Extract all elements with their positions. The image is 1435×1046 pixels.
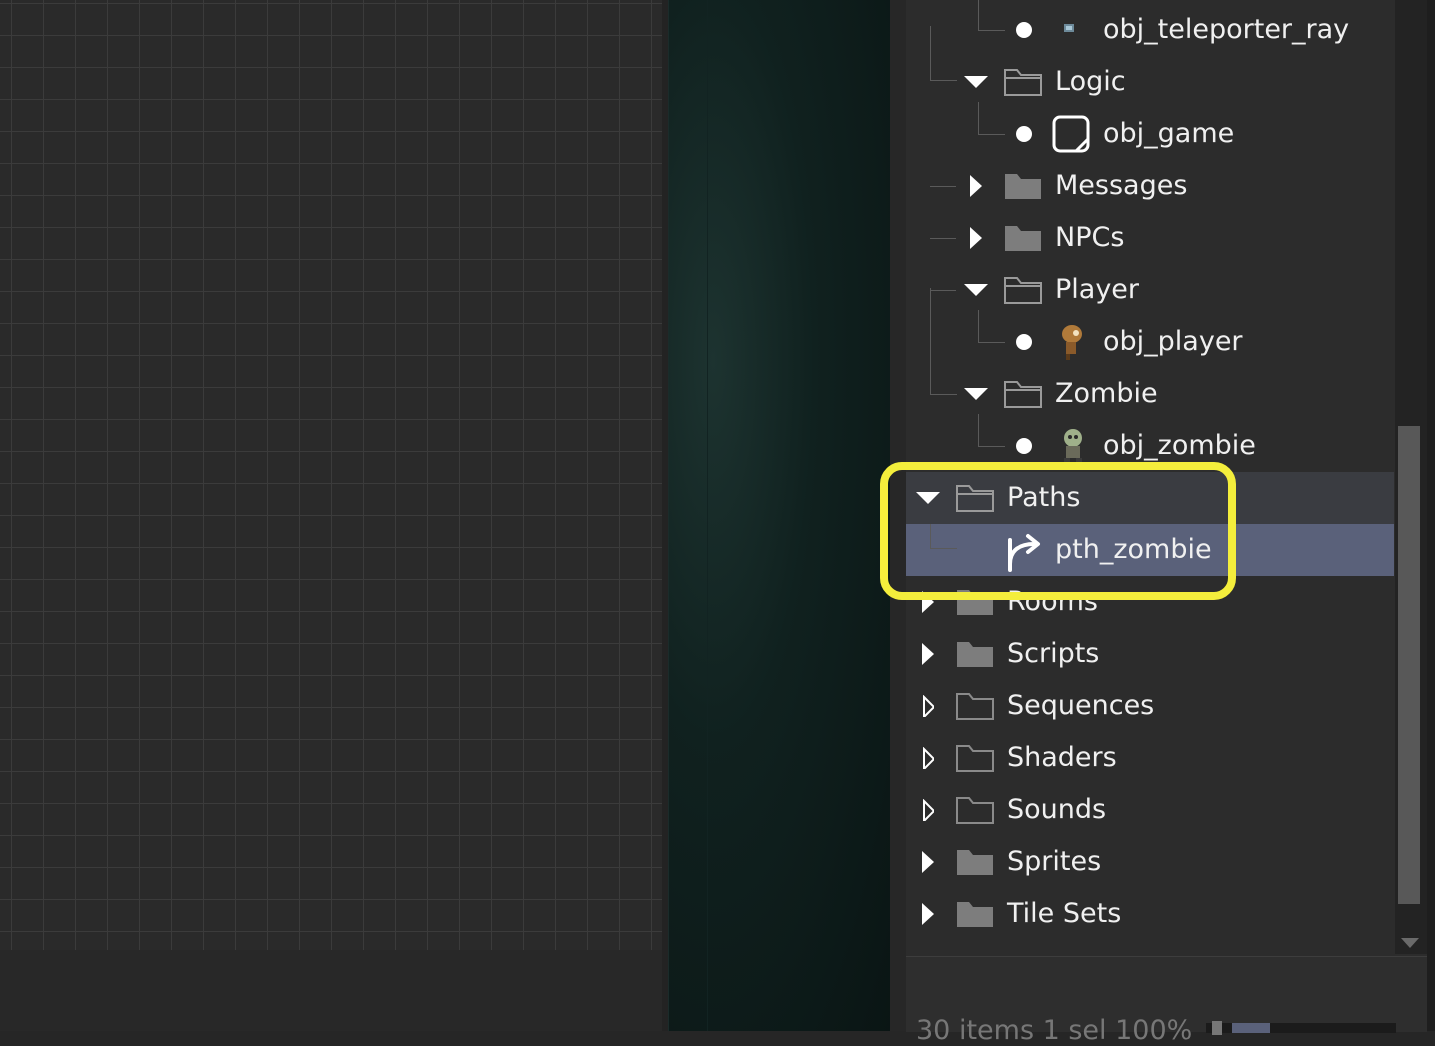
tree-folder-tile-sets[interactable]: Tile Sets <box>906 888 1394 940</box>
folder-open-icon <box>1004 381 1042 408</box>
scrollbar-thumb[interactable] <box>1398 426 1420 904</box>
tree-connector <box>978 102 1005 135</box>
workspace-background <box>668 0 891 1031</box>
teleporter-sprite-icon <box>1064 24 1074 32</box>
bullet-icon <box>1016 438 1032 454</box>
tree-item-obj-player[interactable]: obj_player <box>906 310 1394 368</box>
folder-icon <box>957 642 993 667</box>
tree-folder-sounds[interactable]: Sounds <box>906 784 1394 836</box>
folder-open-icon <box>1004 277 1042 304</box>
tree-connector <box>978 0 1005 31</box>
folder-label: Paths <box>1007 482 1081 513</box>
chevron-right-outline-icon[interactable] <box>922 799 934 821</box>
folder-label: Sprites <box>1007 846 1102 877</box>
scroll-down-icon[interactable] <box>1401 938 1419 948</box>
tree-item-pth-zombie[interactable]: pth_zombie <box>906 524 1394 576</box>
tree-folder-rooms[interactable]: Rooms <box>906 576 1394 628</box>
tree-connector <box>930 212 956 239</box>
zoom-slider[interactable] <box>1206 1021 1396 1035</box>
folder-label: Sounds <box>1007 794 1107 825</box>
chevron-down-icon[interactable] <box>916 492 940 504</box>
folder-label: Rooms <box>1007 586 1098 617</box>
tree-item-label: obj_zombie <box>1103 430 1256 461</box>
empty-sprite-icon <box>1052 115 1090 153</box>
asset-tree: obj_teleporter_ray Logic obj_game Messag… <box>906 0 1394 954</box>
folder-icon <box>957 590 993 615</box>
zoom-slider-knob[interactable] <box>1212 1021 1222 1035</box>
bullet-icon <box>1016 334 1032 350</box>
tree-connector <box>930 80 956 187</box>
tree-connector <box>978 310 1005 343</box>
chevron-right-outline-icon[interactable] <box>922 747 934 769</box>
folder-label: Tile Sets <box>1007 898 1122 929</box>
tree-folder-sequences[interactable]: Sequences <box>906 680 1394 732</box>
room-editor-panel <box>0 0 668 1031</box>
panel-edge <box>1427 0 1435 1031</box>
tree-folder-scripts[interactable]: Scripts <box>906 628 1394 680</box>
chevron-right-outline-icon[interactable] <box>922 695 934 717</box>
tree-item-obj-teleporter-ray[interactable]: obj_teleporter_ray <box>906 0 1394 56</box>
folder-icon <box>957 902 993 927</box>
folder-label: Messages <box>1055 170 1188 201</box>
player-sprite-icon <box>1062 325 1082 360</box>
tree-connector <box>930 288 957 395</box>
zombie-sprite-icon <box>1064 429 1082 464</box>
folder-label: Logic <box>1055 66 1126 97</box>
folder-empty-icon <box>956 693 994 720</box>
chevron-right-icon[interactable] <box>922 851 934 873</box>
chevron-down-icon[interactable] <box>964 388 988 400</box>
workspace-divider <box>707 0 708 1031</box>
chevron-right-icon[interactable] <box>970 175 982 197</box>
folder-empty-icon <box>956 797 994 824</box>
room-canvas-grid[interactable] <box>0 0 662 950</box>
folder-label: Scripts <box>1007 638 1100 669</box>
tree-connector <box>930 26 957 81</box>
folder-icon <box>1005 174 1041 199</box>
folder-open-icon <box>956 485 994 512</box>
folder-label: Zombie <box>1055 378 1158 409</box>
folder-label: Shaders <box>1007 742 1117 773</box>
tree-connector <box>930 264 956 291</box>
chevron-down-icon[interactable] <box>964 76 988 88</box>
tree-folder-npcs[interactable]: NPCs <box>906 212 1394 264</box>
tree-item-label: obj_game <box>1103 118 1235 149</box>
folder-label: NPCs <box>1055 222 1125 253</box>
folder-icon <box>1005 226 1041 251</box>
folder-icon <box>957 850 993 875</box>
folder-label: Sequences <box>1007 690 1155 721</box>
folder-label: Player <box>1055 274 1140 305</box>
tree-folder-messages[interactable]: Messages <box>906 160 1394 212</box>
chevron-right-icon[interactable] <box>970 227 982 249</box>
chevron-down-icon[interactable] <box>964 284 988 296</box>
tree-folder-player[interactable]: Player <box>906 264 1394 316</box>
tree-folder-logic[interactable]: Logic <box>906 26 1394 108</box>
tree-folder-paths[interactable]: Paths <box>906 472 1394 524</box>
asset-browser-footer: 30 items 1 sel 100% <box>906 956 1427 1046</box>
tree-item-obj-zombie[interactable]: obj_zombie <box>906 414 1394 472</box>
chevron-right-icon[interactable] <box>922 591 934 613</box>
folder-empty-icon <box>956 745 994 772</box>
path-icon <box>1008 534 1040 572</box>
tree-item-label: obj_player <box>1103 326 1243 357</box>
zoom-slider-fill <box>1232 1023 1270 1033</box>
folder-open-icon <box>1004 69 1042 96</box>
tree-folder-zombie[interactable]: Zombie <box>906 288 1394 420</box>
bullet-icon <box>1016 126 1032 142</box>
tree-folder-shaders[interactable]: Shaders <box>906 732 1394 784</box>
tree-folder-sprites[interactable]: Sprites <box>906 836 1394 888</box>
tree-item-label: pth_zombie <box>1055 534 1212 565</box>
bullet-icon <box>1016 22 1032 38</box>
chevron-right-icon[interactable] <box>922 643 934 665</box>
tree-connector <box>978 414 1005 447</box>
tree-item-label: obj_teleporter_ray <box>1103 14 1350 45</box>
chevron-right-icon[interactable] <box>922 903 934 925</box>
tree-connector <box>930 524 957 549</box>
tree-item-obj-game[interactable]: obj_game <box>906 102 1394 160</box>
